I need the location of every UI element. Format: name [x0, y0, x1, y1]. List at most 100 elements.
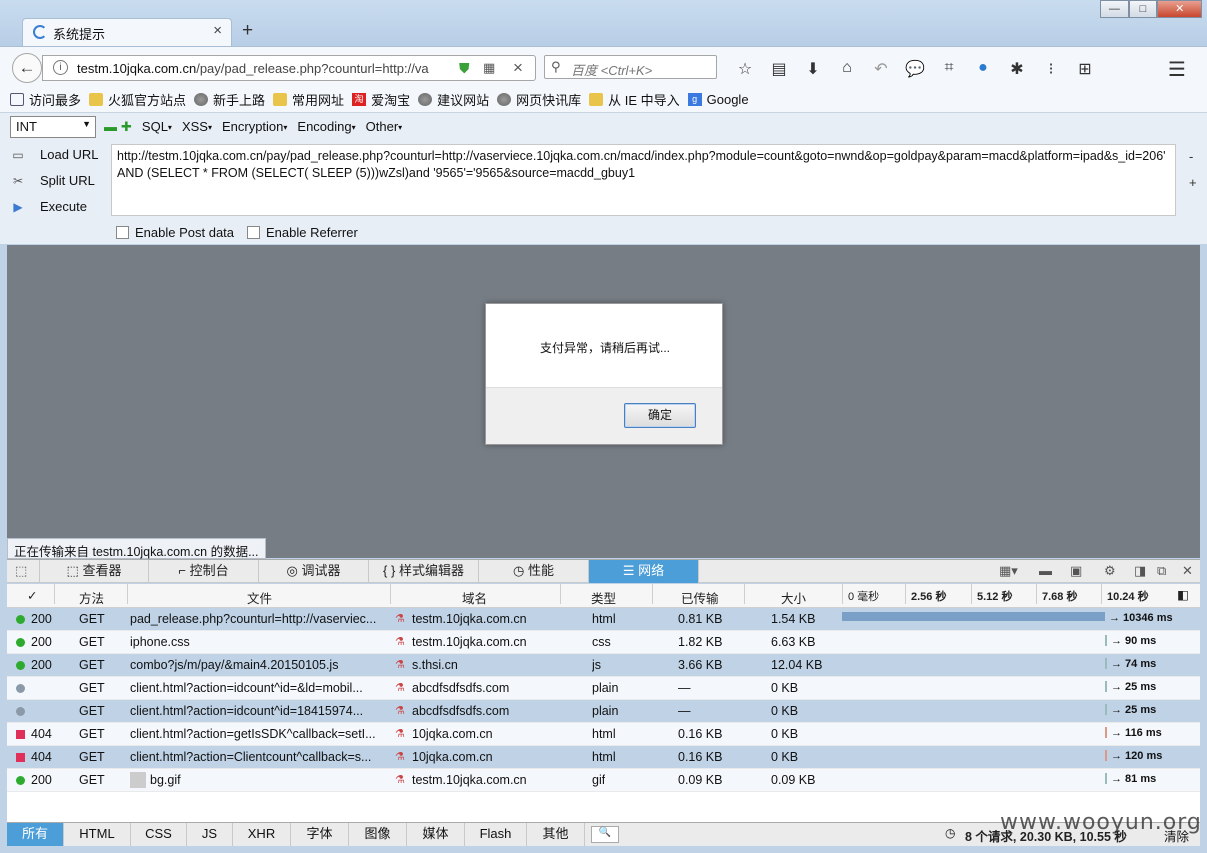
table-row[interactable]: ⚗ GET client.html?action=idcount^id=184159…	[7, 700, 1200, 723]
transferred-header[interactable]: 已传输	[681, 588, 719, 607]
domain-cell: s.thsi.cn	[412, 658, 458, 672]
table-row[interactable]: ⚗ 200 GET combo?js/m/pay/&main4.20150105.js…	[7, 654, 1200, 677]
bookmark-item[interactable]: 建议网站	[418, 90, 489, 109]
qr-code-icon[interactable]: ▦	[483, 60, 495, 76]
play-icon: ▶	[13, 199, 23, 214]
browser-tab[interactable]: 系统提示 ×	[22, 18, 232, 46]
menu-icon[interactable]: ☰	[1168, 57, 1186, 82]
site-info-icon[interactable]: i	[53, 60, 68, 75]
dock-side-icon[interactable]: ◨	[1134, 563, 1146, 579]
timing-label: → 116 ms	[1111, 727, 1162, 739]
collapse-panel-icon[interactable]: ◧	[1177, 587, 1189, 602]
int-select[interactable]: INT ▼	[10, 116, 96, 138]
url-text[interactable]: testm.10jqka.com.cn/pay/pad_release.php?…	[77, 61, 463, 76]
file-header[interactable]: 文件	[247, 588, 272, 607]
bug-icon[interactable]: ✱	[1000, 59, 1034, 79]
bookmark-item[interactable]: 从 IE 中导入	[589, 90, 680, 109]
method-header[interactable]: 方法	[79, 588, 104, 607]
status-indicator	[16, 707, 25, 716]
enable-referrer-checkbox[interactable]: Enable Referrer	[247, 225, 358, 240]
bookmark-item[interactable]: g Google	[687, 92, 749, 107]
filter-media[interactable]: 媒体	[407, 823, 465, 846]
shield-icon[interactable]: ⛊	[459, 60, 470, 77]
bookmark-item[interactable]: 常用网址	[273, 90, 344, 109]
domain-header[interactable]: 域名	[462, 588, 487, 607]
table-row[interactable]: ⚗ 200 GET bg.gif testm.10jqka.com.cn gif 0.09 …	[7, 769, 1200, 792]
load-url-button[interactable]: ▭ Load URL	[10, 147, 98, 162]
check-header[interactable]: ✓	[27, 588, 37, 603]
maximize-button[interactable]: □	[1128, 0, 1158, 18]
footprint-icon[interactable]: ⁝	[1034, 59, 1068, 79]
bookmark-item[interactable]: 火狐官方站点	[89, 90, 186, 109]
filter-search-icon[interactable]: 🔍	[591, 826, 619, 843]
tab-network[interactable]: ☰ 网络	[589, 560, 699, 583]
table-row[interactable]: ⚗ 200 GET pad_release.php?counturl=http://v…	[7, 608, 1200, 631]
url-bar[interactable]: i testm.10jqka.com.cn/pay/pad_release.ph…	[42, 55, 536, 81]
tab-inspector[interactable]: ⬚ 查看器	[39, 560, 149, 583]
filter-other[interactable]: 其他	[527, 823, 585, 846]
size-header[interactable]: 大小	[781, 588, 806, 607]
menu-sql[interactable]: SQL	[142, 119, 172, 135]
close-window-button[interactable]: ✕	[1157, 0, 1203, 18]
bookmark-star-icon[interactable]: ☆	[728, 59, 762, 79]
bookmark-item[interactable]: 淘爱淘宝	[352, 90, 410, 109]
shrink-button[interactable]: -	[1189, 149, 1193, 164]
menu-encryption[interactable]: Encryption	[222, 119, 287, 135]
table-row[interactable]: ⚗ 200 GET iphone.css testm.10jqka.com.cn css 1…	[7, 631, 1200, 654]
expand-button[interactable]: +	[1189, 175, 1197, 190]
table-row[interactable]: ⚗ 404 GET client.html?action=getIsSDK^callb…	[7, 723, 1200, 746]
minus-green-icon[interactable]: ▬	[104, 119, 117, 135]
table-row[interactable]: ⚗ GET client.html?action=idcount^id=&ld=mo…	[7, 677, 1200, 700]
undo-icon[interactable]: ↶	[864, 59, 898, 79]
tab-performance[interactable]: ◷ 性能	[479, 560, 589, 583]
layout-icon[interactable]: ▦▾	[999, 563, 1018, 579]
gear-icon[interactable]: ⚙	[1104, 563, 1116, 579]
split-url-button[interactable]: ✂ Split URL	[10, 173, 95, 188]
filter-css[interactable]: CSS	[131, 823, 187, 846]
tab-close-icon[interactable]: ×	[213, 22, 222, 39]
type-header[interactable]: 类型	[591, 588, 616, 607]
filter-flash[interactable]: Flash	[465, 823, 527, 846]
download-icon[interactable]: ⬇	[796, 59, 830, 79]
pick-element-icon[interactable]: ⬚	[15, 563, 27, 579]
filter-xhr[interactable]: XHR	[233, 823, 291, 846]
close-devtools-icon[interactable]: ✕	[1182, 563, 1193, 579]
back-button[interactable]: ←	[12, 53, 42, 83]
reading-list-icon[interactable]: ▤	[762, 59, 796, 79]
table-row[interactable]: ⚗ 404 GET client.html?action=Clientcount^ca…	[7, 746, 1200, 769]
crop-icon[interactable]: ⌗	[932, 59, 966, 79]
bookmark-item[interactable]: 网页快讯库	[497, 90, 581, 109]
tab-debugger[interactable]: ◎ 调试器	[259, 560, 369, 583]
home-icon[interactable]: ⌂	[830, 59, 864, 79]
filter-fonts[interactable]: 字体	[291, 823, 349, 846]
ok-button[interactable]: 确定	[624, 403, 696, 428]
execute-button[interactable]: ▶ Execute	[10, 199, 87, 214]
plus-green-icon[interactable]: ✚	[121, 119, 132, 135]
filter-images[interactable]: 图像	[349, 823, 407, 846]
bookmark-item[interactable]: 访问最多	[10, 90, 81, 109]
search-box[interactable]: ⚲ 百度 <Ctrl+K>	[544, 55, 717, 79]
clear-url-icon[interactable]: ×	[513, 58, 523, 78]
load-icon: ▭	[12, 147, 24, 162]
timing-bar	[842, 612, 1105, 621]
menu-xss[interactable]: XSS	[182, 119, 212, 135]
column-divider	[560, 584, 561, 604]
chat-icon[interactable]: 💬	[898, 59, 932, 79]
extension-icon[interactable]: ●	[966, 59, 1000, 79]
sitemap-icon[interactable]: ⊞	[1068, 59, 1102, 79]
hackbar-url-textarea[interactable]: http://testm.10jqka.com.cn/pay/pad_relea…	[111, 144, 1176, 216]
enable-post-checkbox[interactable]: Enable Post data	[116, 225, 234, 240]
new-tab-button[interactable]: +	[242, 20, 253, 42]
filter-html[interactable]: HTML	[64, 823, 131, 846]
filter-all[interactable]: 所有	[7, 823, 64, 846]
undock-icon[interactable]: ⧉	[1157, 563, 1166, 579]
tab-console[interactable]: ⌐ 控制台	[149, 560, 259, 583]
menu-other[interactable]: Other	[366, 119, 403, 135]
dock-bottom-icon[interactable]: ▬	[1039, 563, 1052, 578]
split-console-icon[interactable]: ▣	[1070, 563, 1082, 579]
menu-encoding[interactable]: Encoding	[297, 119, 355, 135]
minimize-button[interactable]: —	[1100, 0, 1129, 18]
bookmark-item[interactable]: 新手上路	[194, 90, 265, 109]
filter-js[interactable]: JS	[187, 823, 233, 846]
tab-style-editor[interactable]: { } 样式编辑器	[369, 560, 479, 583]
